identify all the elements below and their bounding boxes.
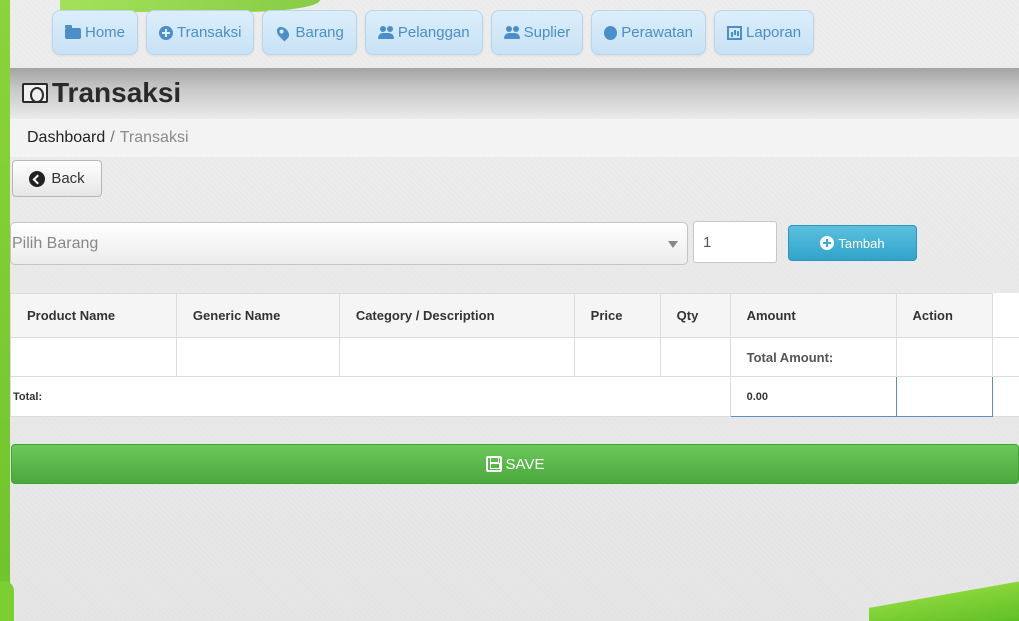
table-edge-cell [992, 376, 1019, 417]
nav-home-label: Home [85, 24, 126, 41]
table-edge-cell [992, 337, 1019, 377]
table-cell [175, 337, 340, 377]
table-cell [895, 376, 994, 417]
bar-chart-icon [727, 25, 743, 40]
nav-barang-label: Barang [295, 24, 344, 41]
table-cell [338, 337, 575, 377]
nav-barang[interactable]: Barang [262, 10, 357, 55]
save-button[interactable]: SAVE [11, 444, 1019, 484]
users-icon [503, 25, 520, 40]
nav-transaksi-label: Transaksi [177, 24, 242, 41]
table-edge-cell [992, 293, 1019, 338]
table-header-row: Product Name Generic Name Category / Des… [10, 293, 1019, 338]
page-header: Transaksi [10, 68, 1019, 118]
add-item-button[interactable]: Tambah [788, 225, 917, 261]
total-label: Total: [10, 376, 731, 417]
table-cell [659, 337, 731, 377]
back-button-label: Back [51, 170, 85, 187]
breadcrumb: Dashboard / Transaksi [10, 119, 1019, 157]
nav-laporan-label: Laporan [746, 24, 802, 41]
table-cell [10, 337, 177, 377]
column-header: Amount [729, 293, 897, 338]
money-icon [22, 83, 48, 103]
product-select[interactable]: Pilih Barang [10, 222, 688, 265]
caret-down-icon [668, 241, 678, 248]
add-item-button-label: Tambah [838, 235, 885, 251]
column-header: Action [895, 293, 994, 338]
total-amount-label: Total Amount: [729, 337, 897, 377]
table-total-row: Total: 0.00 [10, 376, 1019, 417]
plus-circle-icon [820, 236, 835, 250]
total-value: 0.00 [729, 376, 897, 417]
qty-input[interactable] [693, 221, 777, 263]
back-button[interactable]: Back [12, 160, 102, 197]
page-title-text: Transaksi [52, 77, 182, 108]
nav-laporan[interactable]: Laporan [714, 10, 815, 55]
nav-home[interactable]: Home [52, 10, 139, 55]
plus-circle-icon [159, 25, 174, 40]
table-cell [573, 337, 661, 377]
table-row: Total Amount: [10, 337, 1019, 377]
nav-perawatan[interactable]: Perawatan [591, 10, 707, 55]
floppy-disk-icon [485, 456, 502, 472]
nav-pelanggan[interactable]: Pelanggan [364, 10, 483, 55]
main-content: Home Transaksi Barang Pelanggan Suplier … [0, 0, 1019, 621]
table-cell [895, 337, 994, 377]
breadcrumb-dashboard-link[interactable]: Dashboard [27, 129, 105, 147]
column-header: Product Name [10, 293, 177, 338]
top-nav: Home Transaksi Barang Pelanggan Suplier … [52, 10, 815, 55]
map-marker-icon [274, 24, 292, 41]
users-icon [377, 25, 394, 40]
folder-open-icon [65, 25, 81, 39]
breadcrumb-current: Transaksi [119, 129, 189, 146]
column-header: Generic Name [175, 293, 340, 338]
column-header: Price [573, 293, 661, 338]
gear-icon [604, 25, 618, 40]
save-button-label: SAVE [505, 455, 545, 473]
page-title: Transaksi [22, 77, 181, 109]
nav-pelanggan-label: Pelanggan [397, 24, 470, 41]
column-header: Category / Description [338, 293, 575, 338]
breadcrumb-separator: / [110, 129, 115, 146]
column-header: Qty [659, 293, 731, 338]
nav-perawatan-label: Perawatan [621, 24, 694, 41]
nav-suplier[interactable]: Suplier [490, 10, 584, 55]
circle-arrow-left-icon [29, 170, 46, 187]
transaction-table: Product Name Generic Name Category / Des… [10, 293, 1019, 417]
nav-transaksi[interactable]: Transaksi [146, 10, 255, 55]
nav-suplier-label: Suplier [523, 24, 571, 41]
product-select-value: Pilih Barang [12, 234, 99, 252]
